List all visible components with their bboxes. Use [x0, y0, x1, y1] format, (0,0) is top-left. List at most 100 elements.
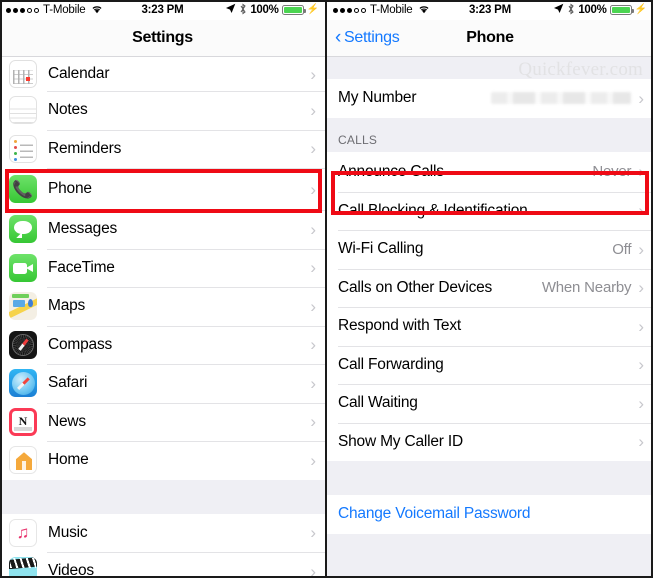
row-wifi-calling[interactable]: Wi-Fi Calling Off › [327, 230, 653, 269]
row-label: Show My Caller ID [338, 432, 463, 450]
row-accessory: › [638, 202, 644, 219]
chevron-right-icon: › [638, 432, 644, 452]
row-label: Wi-Fi Calling [338, 240, 424, 258]
back-button-label: Settings [344, 29, 400, 46]
settings-apps-group-1: Calendar › Notes › Reminders › 📞 Phone ›… [0, 57, 325, 480]
row-accessory: › [310, 221, 316, 238]
row-value: Never [592, 163, 632, 180]
chevron-right-icon: › [638, 393, 644, 413]
sidebar-item-facetime[interactable]: FaceTime › [0, 248, 325, 287]
section-separator [327, 461, 653, 495]
row-accessory: › [310, 140, 316, 157]
row-show-my-caller-id[interactable]: Show My Caller ID › [327, 422, 653, 461]
row-accessory: › [310, 181, 316, 198]
sidebar-item-maps[interactable]: Maps › [0, 287, 325, 326]
row-call-waiting[interactable]: Call Waiting › [327, 384, 653, 423]
music-app-icon: ♫ [9, 518, 37, 547]
status-indicators: 100% ⚡ [553, 3, 647, 18]
row-change-voicemail-password[interactable]: Change Voicemail Password [327, 495, 653, 534]
row-accessory: › [310, 336, 316, 353]
row-accessory: Never › [592, 163, 644, 180]
notes-app-icon [9, 96, 37, 125]
sidebar-item-music[interactable]: ♫ Music › [0, 513, 325, 552]
row-my-number[interactable]: My Number › [327, 79, 653, 118]
row-accessory: › [310, 298, 316, 315]
sidebar-item-videos[interactable]: Videos › [0, 552, 325, 578]
chevron-right-icon: › [310, 296, 316, 316]
chevron-right-icon: › [638, 88, 644, 108]
settings-apps-group-2: ♫ Music › Videos › [0, 513, 325, 578]
sidebar-item-notes[interactable]: Notes › [0, 91, 325, 130]
row-accessory: › [638, 433, 644, 450]
chevron-right-icon: › [310, 219, 316, 239]
row-label: Call Forwarding [338, 355, 444, 373]
page-title: Settings [132, 29, 193, 46]
sidebar-item-reminders[interactable]: Reminders › [0, 129, 325, 168]
redacted-phone-number [491, 92, 632, 105]
calls-section-header-area: CALLS [327, 117, 653, 152]
chevron-right-icon: › [638, 239, 644, 259]
phone-settings-screen: T-Mobile 3:23 PM 100% ⚡ ‹ Settings Phone… [327, 0, 653, 578]
row-accessory: Off › [612, 241, 644, 258]
phone-app-icon: 📞 [9, 175, 37, 203]
row-label: Calls on Other Devices [338, 278, 493, 296]
row-accessory: › [310, 375, 316, 392]
calls-section-header: CALLS [338, 132, 378, 147]
row-label: Notes [48, 101, 88, 119]
chevron-right-icon: › [310, 335, 316, 355]
row-label: Call Waiting [338, 394, 418, 412]
status-bar-left: T-Mobile 3:23 PM 100% ⚡ [0, 0, 325, 20]
sidebar-item-compass[interactable]: Compass › [0, 325, 325, 364]
sidebar-item-calendar[interactable]: Calendar › [0, 57, 325, 91]
chevron-right-icon: › [310, 450, 316, 470]
row-call-blocking[interactable]: Call Blocking & Identification › [327, 191, 653, 230]
news-app-icon: N [9, 407, 37, 436]
calendar-app-icon [9, 60, 37, 88]
chevron-right-icon: › [310, 373, 316, 393]
chevron-right-icon: › [638, 162, 644, 181]
row-announce-calls[interactable]: Announce Calls Never › [327, 151, 653, 192]
phone-settings-scroll[interactable]: My Number › CALLS Announce Calls Never › [327, 57, 653, 578]
videos-app-icon [9, 557, 37, 578]
row-label: Respond with Text [338, 317, 461, 335]
row-calls-on-other-devices[interactable]: Calls on Other Devices When Nearby › [327, 268, 653, 307]
row-accessory: › [310, 102, 316, 119]
sidebar-item-home[interactable]: Home › [0, 441, 325, 480]
sidebar-item-phone[interactable]: 📞 Phone › [0, 168, 325, 210]
settings-nav-bar: Settings [0, 20, 325, 57]
chevron-right-icon: › [310, 100, 316, 120]
chevron-right-icon: › [638, 355, 644, 375]
lightning-bolt-icon: ⚡ [306, 4, 319, 15]
row-call-forwarding[interactable]: Call Forwarding › [327, 345, 653, 384]
settings-screen: T-Mobile 3:23 PM 100% ⚡ Settings Calenda… [0, 0, 327, 578]
voicemail-group: Change Voicemail Password [327, 495, 653, 534]
row-label: Change Voicemail Password [338, 505, 531, 523]
settings-list-scroll[interactable]: Calendar › Notes › Reminders › 📞 Phone ›… [0, 57, 325, 578]
back-button[interactable]: ‹ Settings [327, 26, 400, 48]
sidebar-item-news[interactable]: N News › [0, 402, 325, 441]
sidebar-item-messages[interactable]: Messages › [0, 210, 325, 249]
row-label: Phone [48, 180, 92, 197]
calls-group: Announce Calls Never › Call Blocking & I… [327, 151, 653, 461]
home-app-icon [9, 446, 37, 475]
row-accessory: › [310, 452, 316, 469]
battery-icon [281, 5, 306, 15]
location-arrow-icon [553, 3, 564, 17]
row-label: Safari [48, 374, 88, 392]
chevron-right-icon: › [310, 64, 316, 84]
row-respond-with-text[interactable]: Respond with Text › [327, 307, 653, 346]
row-accessory: › [638, 395, 644, 412]
chevron-right-icon: › [310, 523, 316, 543]
row-label: Messages [48, 220, 118, 238]
battery-icon [609, 5, 634, 15]
row-label: Announce Calls [338, 162, 444, 180]
sidebar-item-safari[interactable]: Safari › [0, 364, 325, 403]
row-accessory: › [310, 413, 316, 430]
row-label: Compass [48, 335, 113, 353]
facetime-app-icon [9, 253, 37, 282]
battery-percent-label: 100% [578, 4, 607, 16]
reminders-app-icon [9, 134, 37, 163]
chevron-left-icon: ‹ [335, 26, 342, 48]
status-bar-right: T-Mobile 3:23 PM 100% ⚡ [327, 0, 653, 20]
row-label: Home [48, 451, 89, 469]
